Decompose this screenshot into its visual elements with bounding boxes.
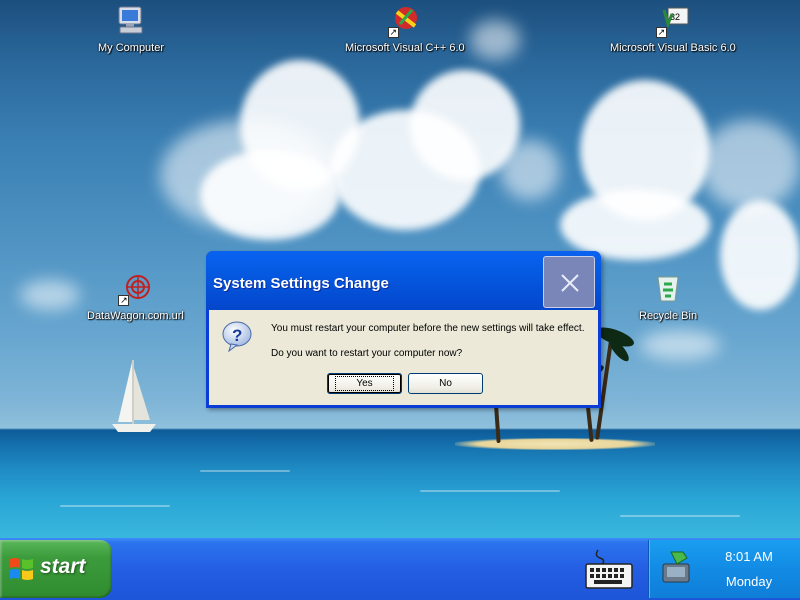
svg-text:?: ? [232,326,242,345]
recycle-bin-icon [651,272,685,306]
internet-shortcut-icon: ↗ [118,272,152,306]
cloud [20,280,80,310]
desktop-icon-datawagon[interactable]: ↗ DataWagon.com.url [87,272,184,322]
sea-reflection [420,490,560,492]
dialog-title: System Settings Change [213,275,389,292]
desktop-icon-visual-basic[interactable]: 32 ↗ Microsoft Visual Basic 6.0 [610,4,736,54]
shortcut-arrow-icon: ↗ [655,27,667,38]
desktop-icon-label: Microsoft Visual C++ 6.0 [345,42,465,54]
sea-reflection [620,515,740,517]
taskbar: start 8:01 AM Monday [0,538,800,600]
desktop-icon-label: Microsoft Visual Basic 6.0 [610,42,736,54]
sea-reflection [60,505,170,507]
my-computer-icon [114,4,148,38]
system-tray: 8:01 AM Monday [648,540,800,598]
cloud [560,190,710,260]
cloud [720,200,800,310]
cloud [200,150,340,240]
clock-day[interactable]: Monday [709,574,789,589]
island [455,438,655,450]
no-button-label: No [439,378,452,389]
visual-cpp-icon: ↗ [387,4,422,38]
no-button[interactable]: No [408,373,483,394]
dialog-message: You must restart your computer before th… [271,323,585,334]
desktop-icon-recycle-bin[interactable]: Recycle Bin [639,272,697,322]
network-icon[interactable] [659,548,699,588]
desktop-icon-label: My Computer [98,42,165,54]
close-icon [561,274,579,292]
cloud [470,20,520,60]
desktop-icon-label: DataWagon.com.url [87,310,184,322]
dialog-titlebar[interactable]: System Settings Change [206,251,601,310]
windows-logo-icon [10,558,33,580]
start-label: start [40,555,86,578]
yes-button[interactable]: Yes [327,373,402,394]
sea-reflection [200,470,290,472]
dialog-body: ? You must restart your computer before … [209,310,598,405]
desktop-icon-visual-cpp[interactable]: ↗ Microsoft Visual C++ 6.0 [345,4,465,54]
clock-time[interactable]: 8:01 AM [709,549,789,564]
cloud [640,330,720,360]
close-button[interactable] [543,256,595,308]
yes-button-label: Yes [335,376,394,391]
desktop-icon-my-computer[interactable]: My Computer [98,4,164,54]
desktop-icon-label: Recycle Bin [639,310,698,322]
dialog-question: Do you want to restart your computer now… [271,348,463,359]
cloud [500,140,560,200]
keyboard-icon[interactable] [584,548,634,590]
shortcut-arrow-icon: ↗ [387,27,399,38]
shortcut-arrow-icon: ↗ [118,295,130,306]
visual-basic-icon: 32 ↗ [655,4,690,38]
sailboat [112,360,156,432]
start-button[interactable]: start [0,540,112,598]
question-icon: ? [221,320,253,353]
system-settings-dialog: System Settings Change ? You must restar… [206,251,601,408]
cloud [700,120,800,210]
